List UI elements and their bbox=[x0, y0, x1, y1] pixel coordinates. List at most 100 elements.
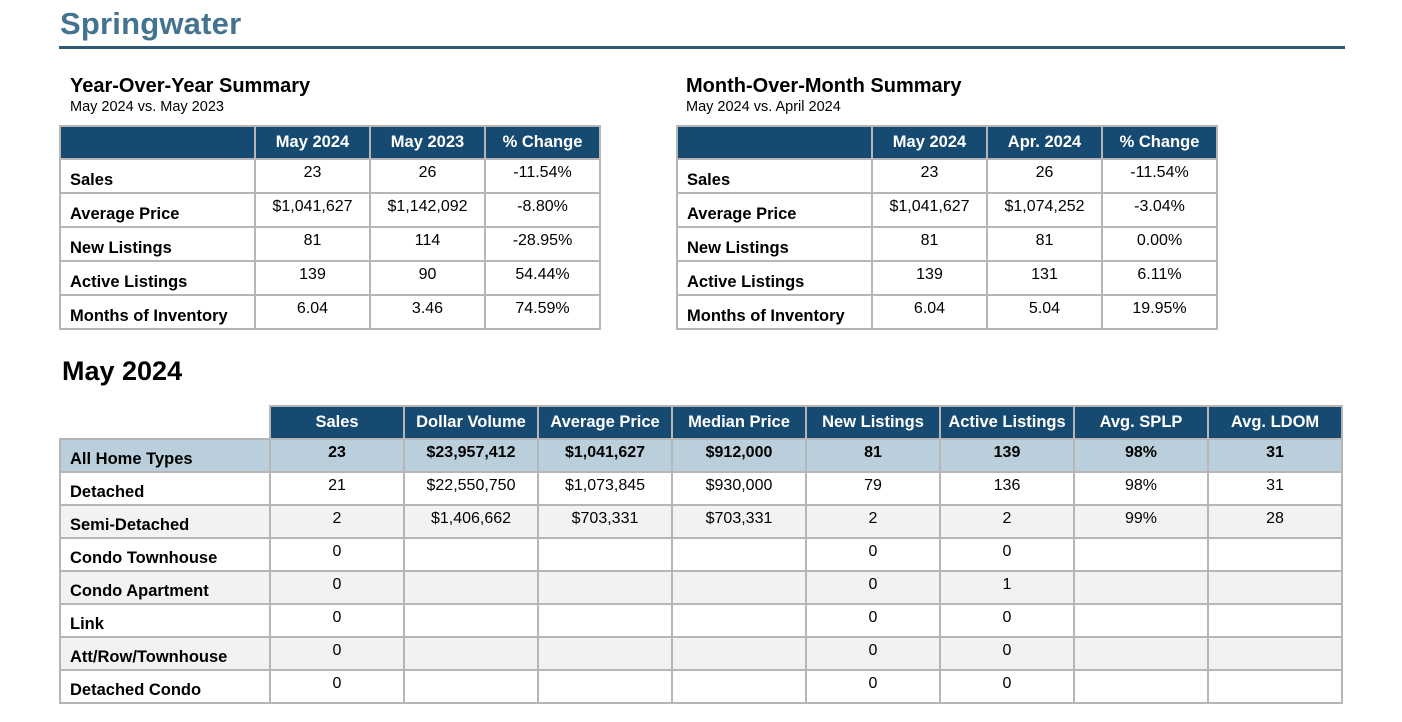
cell: 131 bbox=[986, 260, 1103, 296]
cell: 23 bbox=[871, 158, 988, 194]
table-row: Semi-Detached 2 $1,406,662 $703,331 $703… bbox=[59, 504, 1343, 539]
cell bbox=[1073, 603, 1209, 638]
cell: 0 bbox=[269, 603, 405, 638]
cell: 2 bbox=[939, 504, 1075, 539]
cell: $1,073,845 bbox=[537, 471, 673, 506]
table-row: Average Price $1,041,627 $1,074,252 -3.0… bbox=[676, 192, 1218, 228]
cell: $22,550,750 bbox=[403, 471, 539, 506]
cell: $1,041,627 bbox=[871, 192, 988, 228]
cell: 139 bbox=[254, 260, 371, 296]
cell: 81 bbox=[986, 226, 1103, 262]
cell: 0 bbox=[805, 603, 941, 638]
cell: 0 bbox=[939, 636, 1075, 671]
cell bbox=[537, 603, 673, 638]
monthly-header: Avg. LDOM bbox=[1207, 405, 1343, 440]
cell: 81 bbox=[805, 438, 941, 473]
row-label: Semi-Detached bbox=[59, 504, 271, 539]
table-row: Detached Condo 0 0 0 bbox=[59, 669, 1343, 704]
table-row: Att/Row/Townhouse 0 0 0 bbox=[59, 636, 1343, 671]
section-title: May 2024 bbox=[62, 356, 183, 386]
cell: $703,331 bbox=[671, 504, 807, 539]
cell bbox=[1073, 636, 1209, 671]
cell: 0 bbox=[939, 669, 1075, 704]
row-label: Sales bbox=[59, 158, 256, 194]
row-label: Months of Inventory bbox=[676, 294, 873, 330]
row-label: Active Listings bbox=[59, 260, 256, 296]
cell: 0 bbox=[269, 636, 405, 671]
mom-subtitle: May 2024 vs. April 2024 bbox=[686, 99, 841, 115]
table-row: Average Price $1,041,627 $1,142,092 -8.8… bbox=[59, 192, 601, 228]
cell: 6.04 bbox=[254, 294, 371, 330]
mom-table: May 2024 Apr. 2024 % Change Sales 23 26 … bbox=[676, 125, 1218, 330]
yoy-header: May 2024 bbox=[254, 125, 371, 160]
cell: 54.44% bbox=[484, 260, 601, 296]
cell bbox=[1073, 570, 1209, 605]
table-row: Condo Townhouse 0 0 0 bbox=[59, 537, 1343, 572]
cell bbox=[403, 636, 539, 671]
cell bbox=[671, 669, 807, 704]
cell: 2 bbox=[805, 504, 941, 539]
yoy-subtitle: May 2024 vs. May 2023 bbox=[70, 99, 224, 115]
table-row: Active Listings 139 90 54.44% bbox=[59, 260, 601, 296]
row-label: Average Price bbox=[676, 192, 873, 228]
cell: 19.95% bbox=[1101, 294, 1218, 330]
table-row: New Listings 81 81 0.00% bbox=[676, 226, 1218, 262]
cell: 74.59% bbox=[484, 294, 601, 330]
cell bbox=[1207, 669, 1343, 704]
cell: 79 bbox=[805, 471, 941, 506]
yoy-title: Year-Over-Year Summary bbox=[70, 75, 311, 97]
cell: 98% bbox=[1073, 471, 1209, 506]
cell bbox=[537, 537, 673, 572]
mom-header: Apr. 2024 bbox=[986, 125, 1103, 160]
cell: 0 bbox=[269, 669, 405, 704]
row-label: Months of Inventory bbox=[59, 294, 256, 330]
yoy-header: % Change bbox=[484, 125, 601, 160]
cell: 31 bbox=[1207, 438, 1343, 473]
cell: 0 bbox=[269, 537, 405, 572]
mom-header: % Change bbox=[1101, 125, 1218, 160]
table-row-total: All Home Types 23 $23,957,412 $1,041,627… bbox=[59, 438, 1343, 473]
yoy-table: May 2024 May 2023 % Change Sales 23 26 -… bbox=[59, 125, 601, 330]
mom-header: May 2024 bbox=[871, 125, 988, 160]
row-label: Detached bbox=[59, 471, 271, 506]
cell: -3.04% bbox=[1101, 192, 1218, 228]
cell: 81 bbox=[871, 226, 988, 262]
cell bbox=[671, 603, 807, 638]
cell bbox=[1207, 570, 1343, 605]
cell: 26 bbox=[369, 158, 486, 194]
cell: 0.00% bbox=[1101, 226, 1218, 262]
cell: 6.04 bbox=[871, 294, 988, 330]
row-label: New Listings bbox=[676, 226, 873, 262]
mom-title: Month-Over-Month Summary bbox=[686, 75, 962, 97]
cell: $1,074,252 bbox=[986, 192, 1103, 228]
cell bbox=[671, 537, 807, 572]
monthly-table: Sales Dollar Volume Average Price Median… bbox=[59, 405, 1343, 704]
cell: 0 bbox=[805, 570, 941, 605]
table-row: Sales 23 26 -11.54% bbox=[59, 158, 601, 194]
cell: 5.04 bbox=[986, 294, 1103, 330]
cell: 6.11% bbox=[1101, 260, 1218, 296]
row-label: Att/Row/Townhouse bbox=[59, 636, 271, 671]
monthly-header: Average Price bbox=[537, 405, 673, 440]
cell: 1 bbox=[939, 570, 1075, 605]
cell: 114 bbox=[369, 226, 486, 262]
cell bbox=[537, 570, 673, 605]
cell: 23 bbox=[254, 158, 371, 194]
cell: 3.46 bbox=[369, 294, 486, 330]
cell: 139 bbox=[939, 438, 1075, 473]
title-divider bbox=[59, 46, 1345, 49]
monthly-corner-cell bbox=[60, 406, 270, 439]
row-label: All Home Types bbox=[59, 438, 271, 473]
cell: $930,000 bbox=[671, 471, 807, 506]
cell: 81 bbox=[254, 226, 371, 262]
cell bbox=[1073, 669, 1209, 704]
row-label: Detached Condo bbox=[59, 669, 271, 704]
cell: $1,041,627 bbox=[537, 438, 673, 473]
cell bbox=[403, 603, 539, 638]
cell bbox=[671, 570, 807, 605]
cell: 90 bbox=[369, 260, 486, 296]
table-row: Months of Inventory 6.04 3.46 74.59% bbox=[59, 294, 601, 330]
monthly-header: Active Listings bbox=[939, 405, 1075, 440]
cell: 0 bbox=[939, 537, 1075, 572]
yoy-corner-cell bbox=[59, 125, 256, 160]
